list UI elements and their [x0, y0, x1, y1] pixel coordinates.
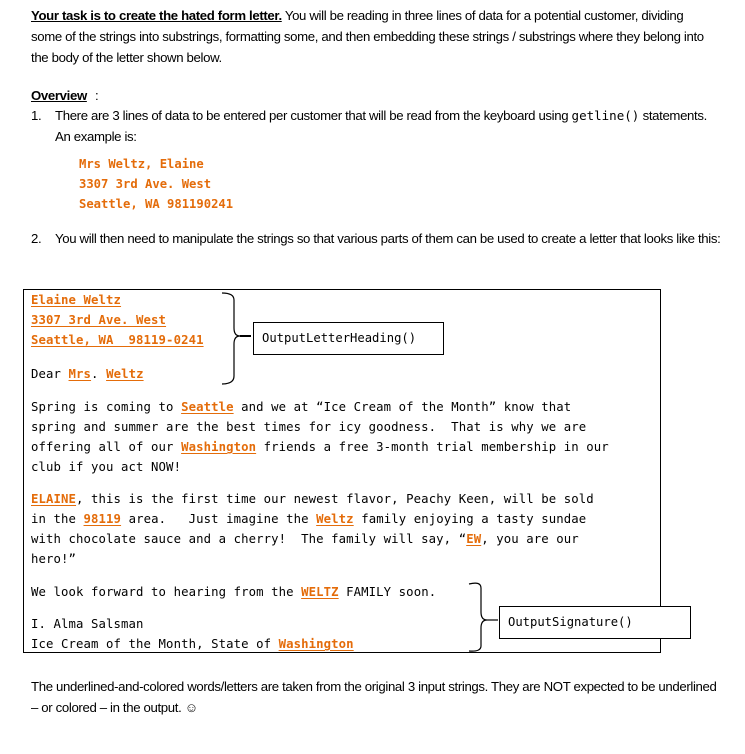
example-line: 3307 3rd Ave. West: [79, 177, 212, 191]
text: with chocolate sauce and a cherry! The f…: [31, 532, 467, 546]
city: Seattle: [181, 400, 234, 414]
para1-line4: club if you act NOW!: [31, 460, 182, 474]
last-name-upper: WELTZ: [301, 585, 339, 599]
intro-paragraph: Your task is to create the hated form le…: [31, 5, 711, 68]
salutation: Dear Mrs. Weltz: [31, 364, 144, 384]
text: Spring is coming to: [31, 400, 182, 414]
salutation-prefix: Dear: [31, 367, 69, 381]
customer-street: 3307 3rd Ave. West: [31, 313, 167, 327]
initials: EW: [466, 532, 482, 546]
signer-org: Ice Cream of the Month, State of Washing…: [31, 634, 354, 654]
example-line: Mrs Weltz, Elaine: [79, 157, 204, 171]
customer-city-line: Seattle, WA 98119-0241: [31, 333, 204, 347]
text: offering all of our: [31, 440, 182, 454]
text: friends a free 3-month trial membership …: [256, 440, 609, 454]
para1-line2: spring and summer are the best times for…: [31, 420, 587, 434]
text: , you are our: [481, 532, 579, 546]
heading-brace-icon: [221, 292, 251, 385]
text: and we at “Ice Cream of the Month” know …: [233, 400, 572, 414]
text: family enjoying a tasty sundae: [353, 512, 587, 526]
para2-line4: hero!”: [31, 552, 77, 566]
text: We look forward to hearing from the: [31, 585, 302, 599]
text: Ice Cream of the Month, State of: [31, 637, 279, 651]
first-name-upper: ELAINE: [31, 492, 77, 506]
output-signature-label: OutputSignature(): [499, 606, 691, 639]
text: , this is the first time our newest flav…: [76, 492, 594, 506]
text: area. Just imagine the: [121, 512, 317, 526]
state: Washington: [278, 637, 354, 651]
footer-note: The underlined-and-colored words/letters…: [31, 676, 721, 718]
customer-last-name: Weltz: [106, 367, 144, 381]
para1-line3: offering all of our Washington friends a…: [31, 437, 609, 457]
last-name: Weltz: [316, 512, 354, 526]
customer-name: Elaine Weltz: [31, 293, 122, 307]
signer-name: I. Alma Salsman: [31, 617, 144, 631]
letter-name-line: Elaine Weltz: [31, 290, 121, 310]
zip: 98119: [83, 512, 122, 526]
para2-line2: in the 98119 area. Just imagine the Welt…: [31, 509, 586, 529]
item-number: 2.: [31, 231, 42, 246]
text: in the: [31, 512, 84, 526]
closing-line: We look forward to hearing from the WELT…: [31, 582, 436, 602]
item-text: There are 3 lines of data to be entered …: [55, 108, 572, 123]
footer-text: The underlined-and-colored words/letters…: [31, 679, 717, 715]
item-text: You will then need to manipulate the str…: [55, 231, 721, 246]
overview-heading: Overview: [31, 88, 87, 103]
overview-colon: :: [95, 88, 99, 103]
item-number: 1.: [31, 108, 42, 123]
para1-line1: Spring is coming to Seattle and we at “I…: [31, 397, 571, 417]
output-letter-heading-label: OutputLetterHeading(): [253, 322, 444, 355]
letter-street-line: 3307 3rd Ave. West: [31, 310, 166, 330]
intro-lead: Your task is to create the hated form le…: [31, 8, 282, 23]
signature-brace-icon: [468, 582, 498, 652]
text: FAMILY soon.: [338, 585, 437, 599]
state: Washington: [181, 440, 257, 454]
smiley-icon: ☺: [184, 700, 198, 715]
overview-item-2: 2. You will then need to manipulate the …: [31, 228, 721, 249]
example-input: Mrs Weltz, Elaine 3307 3rd Ave. West Sea…: [79, 154, 233, 214]
para2-line3: with chocolate sauce and a cherry! The f…: [31, 529, 579, 549]
para2-line1: ELAINE, this is the first time our newes…: [31, 489, 594, 509]
title-dot: .: [91, 367, 107, 381]
example-line: Seattle, WA 981190241: [79, 197, 234, 211]
letter-city-line: Seattle, WA 98119-0241: [31, 330, 204, 350]
overview-item-1: 1. There are 3 lines of data to be enter…: [31, 105, 721, 147]
customer-title: Mrs: [68, 367, 92, 381]
inline-code: getline(): [571, 108, 640, 123]
